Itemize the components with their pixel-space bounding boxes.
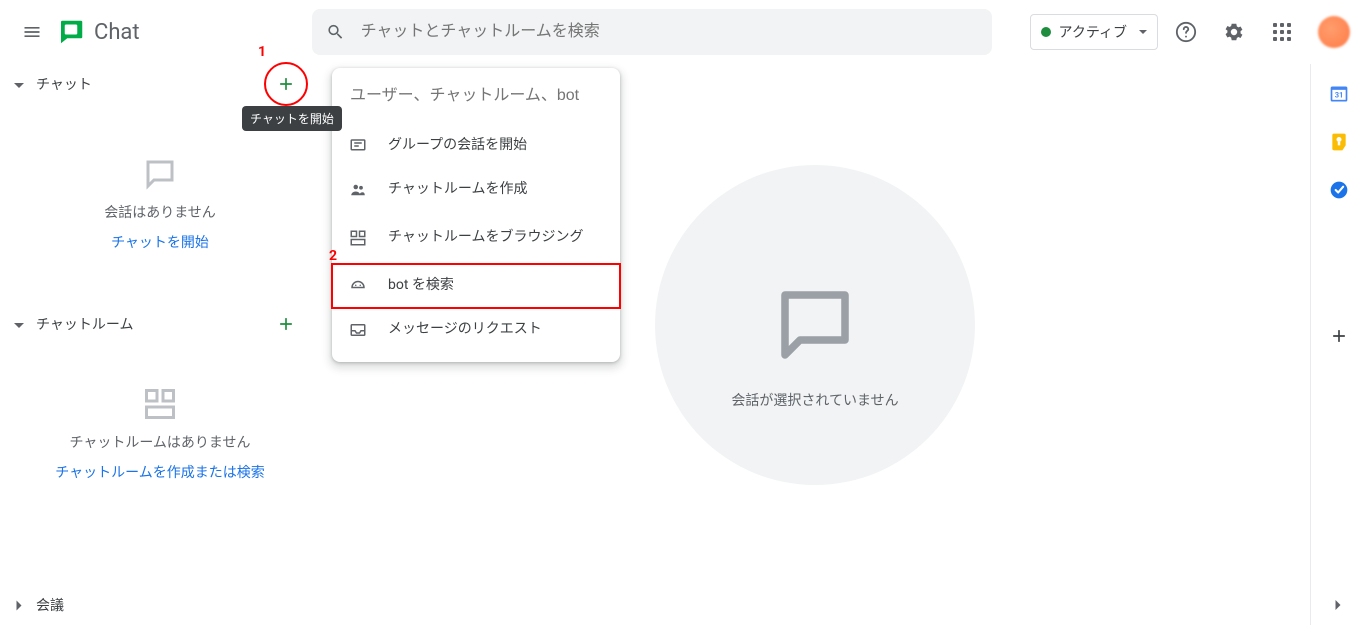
popup-item-browse-rooms[interactable]: チャットルームをブラウジング — [332, 212, 620, 264]
popup-item-create-room[interactable]: チャットルームを作成 — [332, 168, 620, 212]
popup-item-search-bot[interactable]: bot を検索 — [332, 264, 620, 308]
menu-item-label: bot を検索 — [388, 276, 604, 296]
app-title: Chat — [94, 20, 140, 45]
annotation-1: 1 — [258, 44, 266, 60]
popup-search-row[interactable] — [332, 68, 620, 124]
create-room-button[interactable] — [266, 304, 306, 344]
keep-app-icon[interactable] — [1329, 132, 1349, 152]
chat-bubble-icon — [142, 156, 178, 192]
chat-empty-state: 会話はありません チャットを開始 — [0, 104, 320, 304]
start-chat-link[interactable]: チャットを開始 — [111, 232, 209, 252]
chevron-right-icon — [17, 600, 22, 610]
hamburger-icon — [22, 22, 42, 42]
sidebar-section-label: チャットルーム — [36, 314, 133, 334]
account-avatar[interactable] — [1318, 16, 1350, 48]
grid-icon — [349, 229, 367, 247]
chat-logo-icon — [56, 17, 86, 47]
menu-item-label: チャットルームをブラウジング — [388, 228, 604, 248]
plus-icon — [276, 74, 296, 94]
global-search-input[interactable] — [359, 22, 978, 42]
sidebar-section-meetings[interactable]: 会議 — [0, 585, 320, 625]
popup-item-group-conversation[interactable]: グループの会話を開始 — [332, 124, 620, 168]
header-actions: アクティブ — [1030, 12, 1358, 52]
plus-icon — [1329, 326, 1349, 346]
presence-status-button[interactable]: アクティブ — [1030, 14, 1158, 50]
rooms-empty-state: チャットルームはありません チャットルームを作成または検索 — [0, 344, 320, 524]
side-panel-add-button[interactable] — [1319, 316, 1359, 356]
start-chat-tooltip: チャットを開始 — [242, 106, 342, 131]
chat-empty-text: 会話はありません — [104, 202, 216, 222]
annotation-2: 2 — [329, 248, 337, 264]
gear-icon — [1223, 21, 1245, 43]
side-panel-collapse-button[interactable] — [1328, 595, 1348, 615]
global-search[interactable] — [312, 9, 992, 55]
hamburger-menu-button[interactable] — [8, 8, 56, 56]
sidebar-section-label: チャット — [36, 74, 92, 94]
chat-icon — [349, 137, 367, 155]
chevron-down-icon — [14, 323, 24, 328]
chevron-down-icon — [1139, 30, 1147, 34]
header: Chat アクティブ — [0, 0, 1366, 64]
menu-item-label: グループの会話を開始 — [388, 136, 604, 156]
settings-button[interactable] — [1214, 12, 1254, 52]
plus-icon — [276, 314, 296, 334]
people-icon — [349, 181, 367, 199]
chat-bubble-large-icon — [770, 280, 860, 370]
start-chat-button[interactable] — [266, 64, 306, 104]
sidebar-section-chat[interactable]: チャット — [0, 64, 320, 104]
no-conversation-selected-text: 会話が選択されていません — [731, 390, 898, 410]
tasks-app-icon[interactable] — [1329, 180, 1349, 200]
help-button[interactable] — [1166, 12, 1206, 52]
app-logo: Chat — [56, 17, 140, 47]
inbox-icon — [349, 321, 367, 339]
menu-item-label: チャットルームを作成 — [388, 180, 604, 200]
sidebar-section-label: 会議 — [36, 595, 64, 615]
side-panel: 31 — [1310, 64, 1366, 625]
bot-icon — [349, 277, 367, 295]
svg-text:31: 31 — [1334, 90, 1343, 99]
chevron-down-icon — [14, 83, 24, 88]
presence-status-label: アクティブ — [1059, 22, 1127, 42]
rooms-grid-icon — [142, 386, 178, 422]
empty-state-circle — [655, 165, 975, 485]
create-room-link[interactable]: チャットルームを作成または検索 — [55, 462, 264, 482]
popup-search-input[interactable] — [348, 86, 604, 106]
start-chat-popup: グループの会話を開始 チャットルームを作成 チャットルームをブラウジング bot… — [332, 68, 620, 362]
status-dot-active-icon — [1041, 27, 1051, 37]
sidebar-section-rooms[interactable]: チャットルーム — [0, 304, 320, 344]
sidebar: チャット 会話はありません チャットを開始 チャットルーム チャットルームはあり… — [0, 64, 320, 625]
menu-item-label: メッセージのリクエスト — [388, 320, 604, 340]
search-icon — [326, 22, 345, 42]
help-icon — [1175, 21, 1197, 43]
apps-grid-icon — [1273, 23, 1291, 41]
rooms-empty-text: チャットルームはありません — [69, 432, 250, 452]
calendar-app-icon[interactable]: 31 — [1329, 84, 1349, 104]
google-apps-button[interactable] — [1262, 12, 1302, 52]
popup-item-message-requests[interactable]: メッセージのリクエスト — [332, 308, 620, 352]
